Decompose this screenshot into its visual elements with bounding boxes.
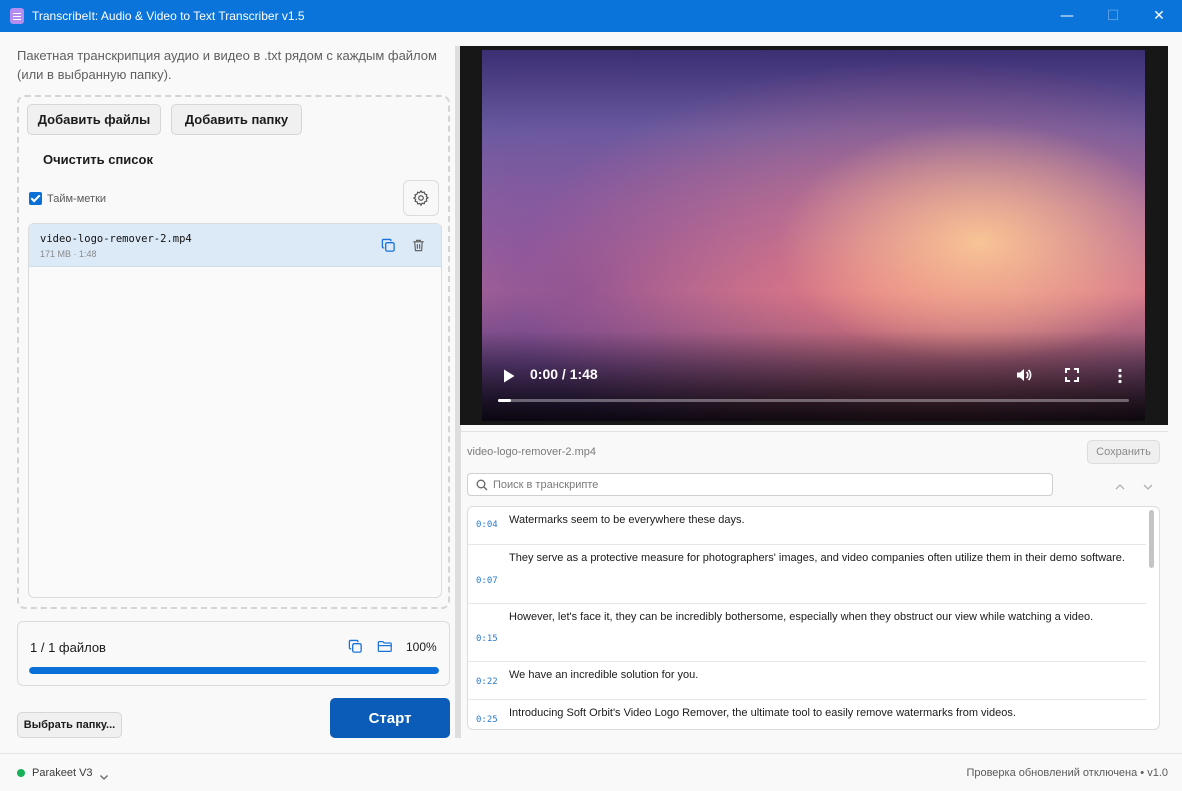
- segment-text: They serve as a protective measure for p…: [509, 552, 1125, 564]
- transcript-file-name: video-logo-remover-2.mp4: [467, 446, 596, 458]
- start-button[interactable]: Старт: [330, 698, 450, 738]
- progress-card: 1 / 1 файлов 100%: [17, 621, 450, 686]
- chevron-down-icon[interactable]: [99, 768, 109, 786]
- window-controls: — ☐ ✕: [1044, 0, 1182, 32]
- transcript-segment[interactable]: 0:04 Watermarks seem to be everywhere th…: [468, 507, 1146, 545]
- segment-time[interactable]: 0:25: [476, 715, 498, 725]
- file-list-item[interactable]: video-logo-remover-2.mp4 171 MB · 1:48: [29, 224, 441, 267]
- video-player: 0:00 / 1:48: [460, 46, 1168, 425]
- drop-zone[interactable]: Добавить файлы Добавить папку Очистить с…: [17, 95, 450, 609]
- save-button[interactable]: Сохранить: [1087, 440, 1160, 464]
- add-files-button[interactable]: Добавить файлы: [27, 104, 161, 135]
- timestamps-checkbox[interactable]: [29, 192, 42, 205]
- status-dot: [17, 769, 25, 777]
- folder-icon[interactable]: [377, 639, 393, 659]
- segment-time[interactable]: 0:04: [476, 520, 498, 530]
- left-panel: Пакетная транскрипция аудио и видео в .t…: [0, 32, 458, 752]
- copy-icon[interactable]: [348, 639, 363, 659]
- add-folder-button[interactable]: Добавить папку: [171, 104, 302, 135]
- description-text: Пакетная транскрипция аудио и видео в .t…: [17, 48, 437, 82]
- transcript-scrollbar[interactable]: [1149, 510, 1154, 568]
- gear-icon: [412, 189, 429, 207]
- file-meta: 171 MB · 1:48: [40, 249, 97, 259]
- file-list[interactable]: video-logo-remover-2.mp4 171 MB · 1:48: [28, 223, 442, 598]
- segment-time[interactable]: 0:07: [476, 576, 498, 586]
- segment-text: Introducing Soft Orbit's Video Logo Remo…: [509, 707, 1016, 719]
- transcript-segment[interactable]: 0:07 They serve as a protective measure …: [468, 545, 1146, 604]
- section-divider: [460, 431, 1168, 432]
- video-time: 0:00 / 1:48: [530, 366, 598, 382]
- segment-text: We have an incredible solution for you.: [509, 669, 699, 681]
- file-name: video-logo-remover-2.mp4: [40, 233, 192, 245]
- seek-bar[interactable]: [498, 399, 1129, 402]
- transcript-segment[interactable]: 0:22 We have an incredible solution for …: [468, 662, 1146, 700]
- settings-button[interactable]: [403, 180, 439, 216]
- video-frame[interactable]: 0:00 / 1:48: [482, 50, 1145, 421]
- trash-icon[interactable]: [411, 238, 426, 258]
- chevron-down-icon[interactable]: [1142, 478, 1154, 496]
- progress-count: 1 / 1 файлов: [30, 640, 106, 655]
- progress-bar: [29, 667, 439, 674]
- title-bar: TranscribeIt: Audio & Video to Text Tran…: [0, 0, 1182, 32]
- more-options-icon[interactable]: [1117, 368, 1123, 389]
- timestamps-toggle[interactable]: Тайм-метки: [29, 192, 106, 205]
- transcript-segment[interactable]: 0:25 Introducing Soft Orbit's Video Logo…: [468, 700, 1146, 729]
- timestamps-label: Тайм-метки: [47, 192, 107, 205]
- search-icon: [476, 479, 488, 490]
- app-icon: [10, 8, 24, 24]
- model-selector[interactable]: Parakeet V3: [32, 767, 93, 779]
- transcript-list[interactable]: 0:04 Watermarks seem to be everywhere th…: [467, 506, 1160, 730]
- segment-time[interactable]: 0:15: [476, 634, 498, 644]
- segment-text: However, let's face it, they can be incr…: [509, 611, 1094, 623]
- minimize-button[interactable]: —: [1044, 0, 1090, 32]
- update-status: Проверка обновлений отключена • v1.0: [966, 767, 1168, 779]
- search-input[interactable]: [493, 478, 1033, 491]
- close-button[interactable]: ✕: [1136, 0, 1182, 32]
- chevron-up-icon[interactable]: [1114, 478, 1126, 496]
- volume-icon[interactable]: [1015, 366, 1033, 389]
- copy-icon[interactable]: [381, 238, 396, 258]
- progress-percent: 100%: [406, 640, 437, 654]
- progress-bar-fill: [29, 667, 439, 674]
- choose-folder-button[interactable]: Выбрать папку...: [17, 712, 122, 738]
- play-icon[interactable]: [502, 368, 516, 389]
- segment-text: Watermarks seem to be everywhere these d…: [509, 514, 745, 526]
- transcript-search[interactable]: [467, 473, 1053, 496]
- clear-list-button[interactable]: Очистить список: [43, 152, 153, 167]
- seek-bar-fill: [498, 399, 511, 402]
- fullscreen-icon[interactable]: [1065, 368, 1079, 387]
- maximize-button[interactable]: ☐: [1090, 0, 1136, 32]
- segment-time[interactable]: 0:22: [476, 677, 498, 687]
- window-title: TranscribeIt: Audio & Video to Text Tran…: [32, 9, 305, 23]
- status-bar: Parakeet V3 Проверка обновлений отключен…: [0, 753, 1182, 791]
- transcript-segment[interactable]: 0:15 However, let's face it, they can be…: [468, 604, 1146, 662]
